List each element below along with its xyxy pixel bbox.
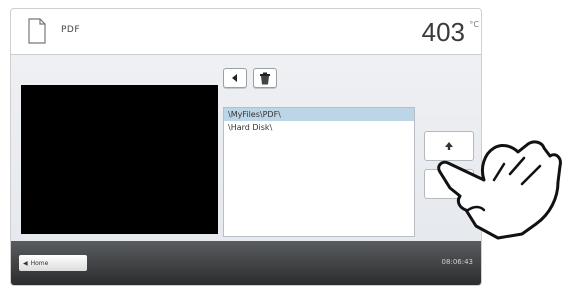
page-title: PDF (61, 25, 81, 35)
list-item[interactable]: \Hard Disk\ (224, 121, 414, 134)
back-button[interactable] (223, 68, 247, 88)
furnace-temperature: 403 (421, 17, 465, 47)
list-item[interactable]: \MyFiles\PDF\ (224, 108, 414, 121)
home-button[interactable]: ◀ Home (19, 255, 87, 271)
footer-bar: ◀ Home 08:06:43 (11, 241, 481, 285)
pdf-preview (21, 85, 218, 234)
delete-button[interactable] (253, 68, 277, 88)
temperature-unit: °C (469, 20, 479, 29)
header-bar: PDF 403 °C (11, 9, 481, 55)
trash-icon (260, 72, 270, 84)
main-content: \MyFiles\PDF\ \Hard Disk\ (11, 55, 481, 241)
list-item-label: \MyFiles\PDF\ (228, 110, 281, 119)
list-item-label: \Hard Disk\ (228, 123, 273, 132)
device-screen: PDF 403 °C \MyFiles\PDF\ \Hard Disk\ ◀ H… (10, 8, 482, 286)
document-icon (28, 18, 46, 44)
file-browser-list: \MyFiles\PDF\ \Hard Disk\ (223, 107, 415, 237)
home-label: Home (30, 259, 49, 267)
clock: 08:06:43 (441, 258, 473, 266)
back-arrow-icon: ◀ (23, 259, 28, 267)
pointing-hand-icon (437, 140, 562, 240)
back-arrow-icon (232, 74, 237, 82)
